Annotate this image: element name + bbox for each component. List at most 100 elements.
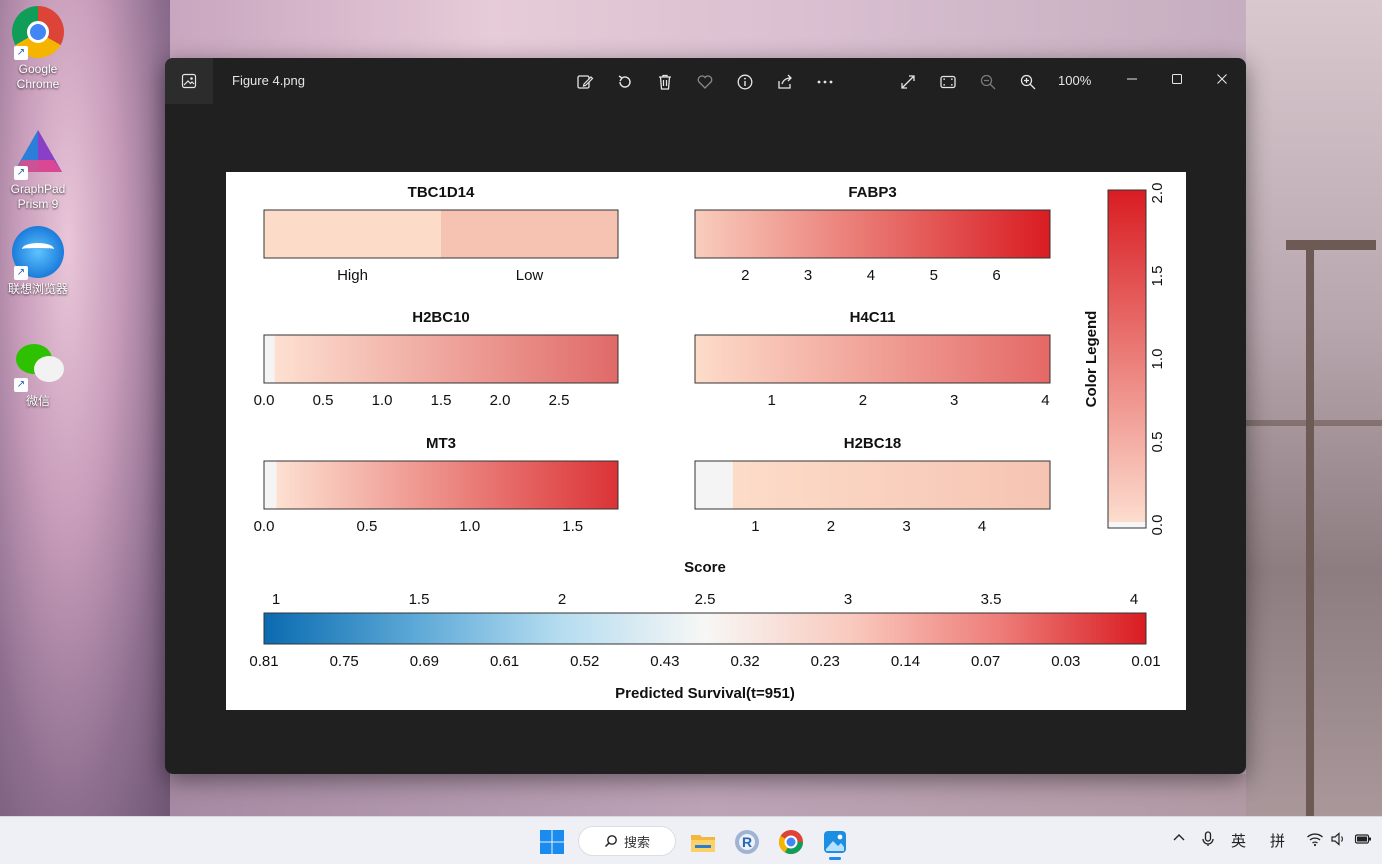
chrome-icon: ↗ xyxy=(12,6,64,60)
delete-icon xyxy=(659,74,671,90)
search-label: 搜索 xyxy=(623,834,650,850)
share-button[interactable] xyxy=(772,70,798,94)
survival-tick-label: 0.23 xyxy=(811,653,840,670)
survival-tick-label: 0.61 xyxy=(490,653,519,670)
taskbar-search[interactable]: 搜索 xyxy=(578,826,676,856)
app-icon xyxy=(165,58,213,104)
rotate-icon xyxy=(618,75,631,88)
rotate-button[interactable] xyxy=(612,70,638,94)
browser-icon: ↗ xyxy=(12,226,64,280)
heatmap-gradient xyxy=(276,461,618,509)
svg-text:R: R xyxy=(742,834,752,850)
panel-title: H4C11 xyxy=(850,309,896,326)
score-tick-label: 4 xyxy=(1130,591,1138,608)
heatmap-cell xyxy=(441,210,618,258)
panel-title: FABP3 xyxy=(848,184,896,201)
ime-mode[interactable]: 拼 xyxy=(1270,830,1285,851)
score-tick-label: 2.5 xyxy=(695,591,716,608)
survival-axis-label: Predicted Survival(t=951) xyxy=(615,685,795,702)
score-tick-label: 1 xyxy=(272,591,280,608)
tray-microphone[interactable] xyxy=(1201,831,1215,851)
fullscreen-button[interactable] xyxy=(895,70,921,94)
survival-tick-label: 0.03 xyxy=(1051,653,1080,670)
desktop-wallpaper-right xyxy=(1246,0,1382,816)
more-icon xyxy=(817,80,833,84)
score-title: Score xyxy=(684,559,726,576)
taskbar-photos[interactable] xyxy=(820,827,850,860)
zoom-in-button[interactable] xyxy=(1015,70,1041,94)
fit-button[interactable] xyxy=(935,70,961,94)
desktop-icon-wechat[interactable]: ↗ 微信 xyxy=(4,338,72,409)
close-button[interactable] xyxy=(1199,64,1245,94)
legend-tick-label: 1.5 xyxy=(1149,266,1166,287)
wechat-icon: ↗ xyxy=(12,338,64,392)
tick-label: 4 xyxy=(1041,392,1049,409)
survival-tick-label: 0.81 xyxy=(249,653,278,670)
ime-language[interactable]: 英 xyxy=(1231,830,1246,851)
figure-image: TBC1D14 High Low FABP3 2 3 4 5 6 H2BC10 0.0 0.5 1.0 1… xyxy=(226,172,1186,710)
legend-gradient xyxy=(1108,190,1146,528)
survival-tick-label: 0.75 xyxy=(330,653,359,670)
survival-tick-label: 0.43 xyxy=(650,653,679,670)
start-button[interactable] xyxy=(537,827,567,857)
survival-tick-label: 0.01 xyxy=(1131,653,1160,670)
tray-overflow[interactable] xyxy=(1172,831,1186,849)
tick-label: 0.0 xyxy=(254,392,275,409)
volume-icon xyxy=(1331,832,1343,846)
survival-tick-label: 0.07 xyxy=(971,653,1000,670)
heatmap-gradient xyxy=(695,210,1050,258)
prism-icon: ↗ xyxy=(12,126,64,180)
taskbar-chrome[interactable] xyxy=(776,827,806,857)
score-tick-label: 3 xyxy=(844,591,852,608)
tick-label: 2 xyxy=(827,518,835,535)
maximize-icon xyxy=(1172,74,1182,84)
title-bar: Figure 4.png 100% xyxy=(165,58,1246,104)
panel-title: TBC1D14 xyxy=(408,184,475,201)
tray-battery[interactable] xyxy=(1354,831,1372,851)
desktop-icon-prism[interactable]: ↗ GraphPad Prism 9 xyxy=(4,126,72,212)
zoom-in-icon xyxy=(1020,74,1036,90)
heatmap-cell xyxy=(264,335,275,383)
heatmap-gradient xyxy=(732,461,1050,509)
desktop-icon-label: 微信 xyxy=(25,394,50,408)
more-button[interactable] xyxy=(812,70,838,94)
tick-label: 3 xyxy=(950,392,958,409)
tray-volume[interactable] xyxy=(1330,831,1346,851)
favorite-button[interactable] xyxy=(692,70,718,94)
desktop-wallpaper-top xyxy=(170,0,1246,58)
start-icon xyxy=(540,830,564,854)
search-icon xyxy=(604,835,617,848)
taskbar-file-explorer[interactable] xyxy=(688,827,718,857)
close-icon xyxy=(1217,74,1227,84)
score-gradient xyxy=(264,613,1146,644)
tick-label: 1.5 xyxy=(431,392,452,409)
legend-title: Color Legend xyxy=(1083,311,1100,408)
tick-label: 3 xyxy=(902,518,910,535)
survival-tick-label: 0.14 xyxy=(891,653,920,670)
tick-label: 2.5 xyxy=(549,392,570,409)
edit-button[interactable] xyxy=(572,70,598,94)
tick-label: High xyxy=(337,267,368,284)
delete-button[interactable] xyxy=(652,70,678,94)
desktop-icon-chrome[interactable]: ↗ Google Chrome xyxy=(4,6,72,92)
tick-label: Low xyxy=(516,267,544,284)
survival-tick-label: 0.32 xyxy=(730,653,759,670)
taskbar-r[interactable]: R xyxy=(732,827,762,857)
legend-tick-label: 2.0 xyxy=(1149,183,1166,204)
photo-viewer-window: Figure 4.png 100% TBC1D14 High Low FABP3… xyxy=(165,58,1246,774)
panel-title: H2BC18 xyxy=(844,435,902,452)
score-tick-label: 3.5 xyxy=(981,591,1002,608)
zoom-level[interactable]: 100% xyxy=(1058,73,1091,88)
info-button[interactable] xyxy=(732,70,758,94)
chevron-up-icon xyxy=(1173,834,1185,841)
minimize-button[interactable] xyxy=(1109,64,1155,94)
info-icon xyxy=(737,74,753,90)
maximize-button[interactable] xyxy=(1154,64,1200,94)
fit-icon xyxy=(940,75,956,89)
zoom-out-button[interactable] xyxy=(975,70,1001,94)
desktop-icon-browser[interactable]: ↗ 联想浏览器 xyxy=(4,226,72,297)
tick-label: 5 xyxy=(930,267,938,284)
tray-network[interactable] xyxy=(1306,831,1324,851)
legend-tick-label: 1.0 xyxy=(1149,349,1166,370)
desktop-icon-label: Google Chrome xyxy=(16,62,60,91)
